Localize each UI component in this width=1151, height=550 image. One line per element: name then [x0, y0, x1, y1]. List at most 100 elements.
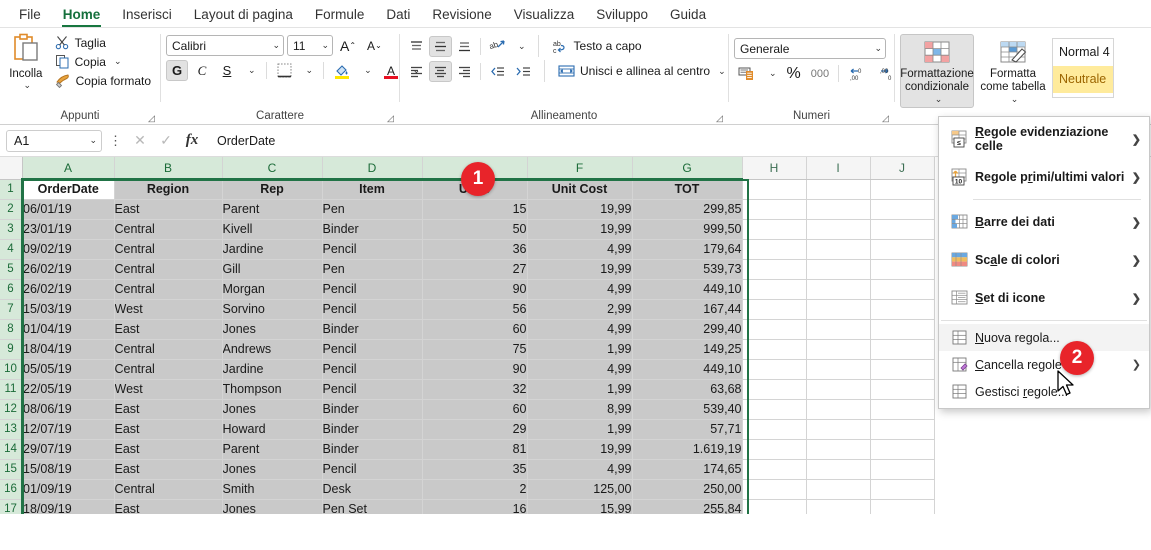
cell-B8[interactable]: East — [114, 319, 223, 340]
column-header-I[interactable]: I — [806, 157, 871, 180]
cell-I11[interactable] — [806, 379, 871, 400]
copia-formato-button[interactable]: Copia formato — [51, 72, 155, 89]
cell-B12[interactable]: East — [114, 399, 223, 420]
cell-style-normal-4[interactable]: Normal 4 — [1053, 39, 1113, 66]
cell-H15[interactable] — [742, 459, 807, 480]
cell-C3[interactable]: Kivell — [222, 219, 323, 240]
cell-B14[interactable]: East — [114, 439, 223, 460]
cell-J4[interactable] — [870, 239, 935, 260]
cell-F13[interactable]: 1,99 — [527, 419, 633, 440]
cell-B11[interactable]: West — [114, 379, 223, 400]
underline-chevron-down-icon[interactable]: ⌄ — [241, 60, 260, 81]
row-header-9[interactable]: 9 — [0, 339, 23, 360]
cell-B2[interactable]: East — [114, 199, 223, 220]
cell-D9[interactable]: Pencil — [322, 339, 423, 360]
cell-E3[interactable]: 50 — [422, 219, 528, 240]
cell-D7[interactable]: Pencil — [322, 299, 423, 320]
cell-C5[interactable]: Gill — [222, 259, 323, 280]
align-bottom-button[interactable] — [453, 36, 476, 57]
cell-G2[interactable]: 299,85 — [632, 199, 743, 220]
bold-button[interactable]: G — [166, 60, 188, 81]
cell-A13[interactable]: 12/07/19 — [22, 419, 115, 440]
cell-G5[interactable]: 539,73 — [632, 259, 743, 280]
column-header-A[interactable]: A — [22, 157, 115, 180]
paste-button[interactable]: Incolla ⌄ — [5, 31, 47, 91]
cell-G13[interactable]: 57,71 — [632, 419, 743, 440]
cell-E4[interactable]: 36 — [422, 239, 528, 260]
cell-A14[interactable]: 29/07/19 — [22, 439, 115, 460]
cell-H3[interactable] — [742, 219, 807, 240]
cell-H2[interactable] — [742, 199, 807, 220]
cell-B3[interactable]: Central — [114, 219, 223, 240]
cell-J9[interactable] — [870, 339, 935, 360]
numbers-dialog-launcher[interactable]: ◿ — [882, 113, 892, 123]
wrap-text-button[interactable]: ab c Testo a capo — [547, 37, 647, 56]
cell-H14[interactable] — [742, 439, 807, 460]
cell-I10[interactable] — [806, 359, 871, 380]
cell-B5[interactable]: Central — [114, 259, 223, 280]
ribbon-tab-inserisci[interactable]: Inserisci — [111, 4, 183, 27]
menu-item-cancella-regole[interactable]: Cancella regole ❯ — [939, 351, 1149, 378]
cell-G9[interactable]: 149,25 — [632, 339, 743, 360]
cell-J8[interactable] — [870, 319, 935, 340]
cell-H16[interactable] — [742, 479, 807, 500]
cell-J1[interactable] — [870, 179, 935, 200]
cell-C17[interactable]: Jones — [222, 499, 323, 514]
column-header-D[interactable]: D — [322, 157, 423, 180]
row-header-6[interactable]: 6 — [0, 279, 23, 300]
cell-A10[interactable]: 05/05/19 — [22, 359, 115, 380]
cell-E5[interactable]: 27 — [422, 259, 528, 280]
menu-item-nuova-regola[interactable]: Nuova regola... — [939, 324, 1149, 351]
cell-J11[interactable] — [870, 379, 935, 400]
fill-color-chevron-down-icon[interactable]: ⌄ — [357, 60, 376, 81]
cell-C7[interactable]: Sorvino — [222, 299, 323, 320]
cell-I17[interactable] — [806, 499, 871, 514]
cell-H11[interactable] — [742, 379, 807, 400]
cell-C13[interactable]: Howard — [222, 419, 323, 440]
row-header-1[interactable]: 1 — [0, 179, 23, 200]
cell-E14[interactable]: 81 — [422, 439, 528, 460]
formula-bar-overflow-icon[interactable]: ⋮ — [106, 133, 125, 149]
cell-C8[interactable]: Jones — [222, 319, 323, 340]
cell-D5[interactable]: Pen — [322, 259, 423, 280]
cell-B16[interactable]: Central — [114, 479, 223, 500]
cell-B9[interactable]: Central — [114, 339, 223, 360]
row-header-11[interactable]: 11 — [0, 379, 23, 400]
cell-D4[interactable]: Pencil — [322, 239, 423, 260]
cell-H5[interactable] — [742, 259, 807, 280]
cell-I4[interactable] — [806, 239, 871, 260]
cell-E6[interactable]: 90 — [422, 279, 528, 300]
cell-I15[interactable] — [806, 459, 871, 480]
cell-A6[interactable]: 26/02/19 — [22, 279, 115, 300]
decrease-indent-button[interactable] — [485, 61, 510, 82]
cell-I1[interactable] — [806, 179, 871, 200]
paste-chevron-down-icon[interactable]: ⌄ — [21, 80, 32, 91]
select-all-corner[interactable] — [0, 157, 23, 180]
confirm-icon[interactable]: ✓ — [155, 130, 177, 152]
cell-J3[interactable] — [870, 219, 935, 240]
cell-E7[interactable]: 56 — [422, 299, 528, 320]
cell-G7[interactable]: 167,44 — [632, 299, 743, 320]
cell-E2[interactable]: 15 — [422, 199, 528, 220]
cell-J14[interactable] — [870, 439, 935, 460]
cell-G17[interactable]: 255,84 — [632, 499, 743, 514]
cell-C9[interactable]: Andrews — [222, 339, 323, 360]
align-center-button[interactable] — [429, 60, 452, 82]
align-left-button[interactable] — [405, 61, 428, 82]
row-header-16[interactable]: 16 — [0, 479, 23, 500]
accounting-chevron-down-icon[interactable]: ⌄ — [762, 63, 781, 84]
conditional-formatting-button[interactable]: Formattazione condizionale ⌄ — [900, 34, 974, 108]
cell-J16[interactable] — [870, 479, 935, 500]
cell-I5[interactable] — [806, 259, 871, 280]
cell-C2[interactable]: Parent — [222, 199, 323, 220]
ribbon-tab-dati[interactable]: Dati — [375, 4, 421, 27]
cell-A5[interactable]: 26/02/19 — [22, 259, 115, 280]
align-right-button[interactable] — [453, 61, 476, 82]
cell-D13[interactable]: Binder — [322, 419, 423, 440]
row-header-14[interactable]: 14 — [0, 439, 23, 460]
cell-B15[interactable]: East — [114, 459, 223, 480]
cell-A8[interactable]: 01/04/19 — [22, 319, 115, 340]
cell-F2[interactable]: 19,99 — [527, 199, 633, 220]
fill-color-button[interactable] — [330, 60, 354, 81]
cell-F10[interactable]: 4,99 — [527, 359, 633, 380]
